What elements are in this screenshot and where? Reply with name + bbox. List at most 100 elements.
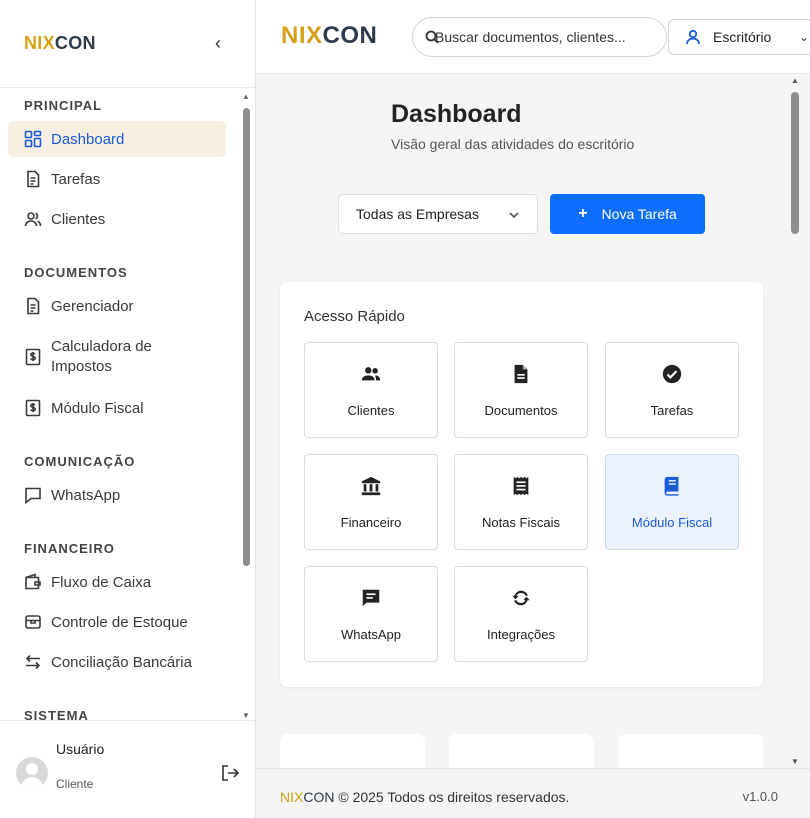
chevron-down-icon: ⌄ xyxy=(798,30,809,44)
document-icon xyxy=(24,297,42,315)
logo-part-2: CON xyxy=(322,22,378,49)
scroll-up-icon[interactable]: ▲ xyxy=(791,76,799,85)
scroll-up-icon[interactable]: ▲ xyxy=(242,92,250,101)
scroll-thumb[interactable] xyxy=(791,92,799,234)
quick-tile-tarefas[interactable]: Tarefas xyxy=(605,342,739,438)
company-select-value: Todas as Empresas xyxy=(356,206,479,222)
sidebar-item-label: Módulo Fiscal xyxy=(51,399,144,417)
stat-card xyxy=(280,734,425,768)
topbar-logo[interactable]: NIXCON xyxy=(281,22,377,50)
stat-card xyxy=(618,734,763,768)
user-name: Usuário xyxy=(56,741,105,757)
search-box[interactable] xyxy=(412,17,667,57)
logo-part-2: CON xyxy=(54,33,96,53)
quick-tile-label: Integrações xyxy=(487,627,555,642)
sidebar-item-label: Calculadora de Impostos xyxy=(51,338,152,375)
chevron-left-icon[interactable]: ‹ xyxy=(215,33,221,54)
logo-part-2: CON xyxy=(303,789,335,805)
quick-tile-label: Financeiro xyxy=(340,515,402,530)
search-input[interactable] xyxy=(435,29,655,45)
stat-card xyxy=(449,734,594,768)
quick-tile-label: Tarefas xyxy=(650,403,694,418)
new-task-label: Nova Tarefa xyxy=(601,206,677,222)
box-icon xyxy=(24,613,42,631)
document-icon xyxy=(24,170,42,188)
section-title-sistema: SISTEMA xyxy=(24,708,89,720)
sidebar-logo[interactable]: NIXCON xyxy=(24,33,96,54)
copyright-text: © 2025 Todos os direitos reservados. xyxy=(338,789,570,805)
sidebar-nav: PRINCIPAL Dashboard Tarefas Clientes DOC… xyxy=(0,88,255,720)
sidebar-item-label: WhatsApp xyxy=(51,486,121,504)
scroll-thumb[interactable] xyxy=(243,108,250,566)
sidebar-item-conciliacao[interactable]: Conciliação Bancária xyxy=(8,644,226,680)
sidebar-item-tarefas[interactable]: Tarefas xyxy=(8,161,226,197)
logo-part-1: NIX xyxy=(281,22,323,49)
bank-icon xyxy=(360,475,382,497)
quick-tile-label: WhatsApp xyxy=(341,627,401,642)
quick-access-card: Acesso Rápido Clientes Documentos Tarefa… xyxy=(280,282,763,687)
quick-tile-integracoes[interactable]: Integrações xyxy=(454,566,588,662)
quick-tile-clientes[interactable]: Clientes xyxy=(304,342,438,438)
section-title-documentos: DOCUMENTOS xyxy=(24,265,128,280)
sidebar-item-label: Dashboard xyxy=(51,130,125,148)
sidebar-item-label: Conciliação Bancária xyxy=(51,653,192,671)
quick-tile-documentos[interactable]: Documentos xyxy=(454,342,588,438)
users-icon xyxy=(24,210,42,228)
logo-part-1: NIX xyxy=(24,33,55,53)
quick-tile-whatsapp[interactable]: WhatsApp xyxy=(304,566,438,662)
check-circle-icon xyxy=(661,363,683,385)
footer: NIXCON © 2025 Todos os direitos reservad… xyxy=(256,768,810,818)
section-title-financeiro: FINANCEIRO xyxy=(24,541,115,556)
logout-icon[interactable] xyxy=(220,763,240,783)
page-subtitle: Visão geral das atividades do escritório xyxy=(391,136,635,152)
sidebar-item-calculadora[interactable]: Calculadora de Impostos xyxy=(8,328,226,386)
page-title: Dashboard xyxy=(391,100,522,128)
sidebar-item-label: Clientes xyxy=(51,210,106,228)
users-icon xyxy=(360,363,382,385)
file-icon xyxy=(510,363,532,385)
quick-access-title: Acesso Rápido xyxy=(304,308,405,325)
wallet-icon xyxy=(24,573,42,591)
sidebar-item-controle-estoque[interactable]: Controle de Estoque xyxy=(8,604,226,640)
main-content: Dashboard Visão geral das atividades do … xyxy=(256,74,788,768)
quick-tile-notas-fiscais[interactable]: Notas Fiscais xyxy=(454,454,588,550)
quick-tile-label: Notas Fiscais xyxy=(481,515,561,530)
sidebar-item-whatsapp[interactable]: WhatsApp xyxy=(8,477,226,513)
main-scrollbar[interactable]: ▲ ▼ xyxy=(788,74,802,768)
quick-tile-label: Clientes xyxy=(347,403,395,418)
company-select[interactable]: Todas as Empresas xyxy=(338,194,538,234)
avatar[interactable] xyxy=(16,757,48,789)
footer-copyright: NIXCON © 2025 Todos os direitos reservad… xyxy=(280,789,569,805)
receipt-icon xyxy=(510,475,532,497)
user-role: Cliente xyxy=(56,777,94,791)
office-menu-button[interactable]: Escritório ⌄ xyxy=(668,19,810,55)
sync-icon xyxy=(510,587,532,609)
dollar-doc-icon xyxy=(24,399,42,417)
sidebar-item-label: Fluxo de Caixa xyxy=(51,573,152,591)
user-panel: Usuário Cliente xyxy=(0,720,255,818)
sidebar: NIXCON ‹ PRINCIPAL Dashboard Tarefas Cli… xyxy=(0,0,256,818)
sidebar-item-fluxo-caixa[interactable]: Fluxo de Caixa xyxy=(8,564,226,600)
sidebar-item-clientes[interactable]: Clientes xyxy=(8,201,226,237)
scroll-down-icon[interactable]: ▼ xyxy=(791,757,799,766)
quick-tile-modulo-fiscal[interactable]: Módulo Fiscal xyxy=(605,454,739,550)
sidebar-item-label: Tarefas xyxy=(51,170,101,188)
quick-tile-financeiro[interactable]: Financeiro xyxy=(304,454,438,550)
sidebar-item-label: Gerenciador xyxy=(51,297,134,315)
new-task-button[interactable]: + Nova Tarefa xyxy=(550,194,705,234)
chat-icon xyxy=(24,486,42,504)
sidebar-item-label: Controle de Estoque xyxy=(51,613,188,631)
sidebar-item-gerenciador[interactable]: Gerenciador xyxy=(8,288,226,324)
scroll-down-icon[interactable]: ▼ xyxy=(242,711,250,720)
sidebar-item-dashboard[interactable]: Dashboard xyxy=(8,121,226,157)
plus-icon: + xyxy=(578,205,588,222)
section-title-principal: PRINCIPAL xyxy=(24,98,103,113)
dollar-doc-icon xyxy=(24,348,42,366)
message-icon xyxy=(360,587,382,609)
logo-part-1: NIX xyxy=(280,789,304,805)
chevron-down-icon xyxy=(509,207,519,219)
book-icon xyxy=(661,475,683,497)
sidebar-item-modulo-fiscal[interactable]: Módulo Fiscal xyxy=(8,390,226,426)
sidebar-scrollbar[interactable]: ▲ ▼ xyxy=(241,90,251,720)
sidebar-header: NIXCON ‹ xyxy=(0,0,255,88)
